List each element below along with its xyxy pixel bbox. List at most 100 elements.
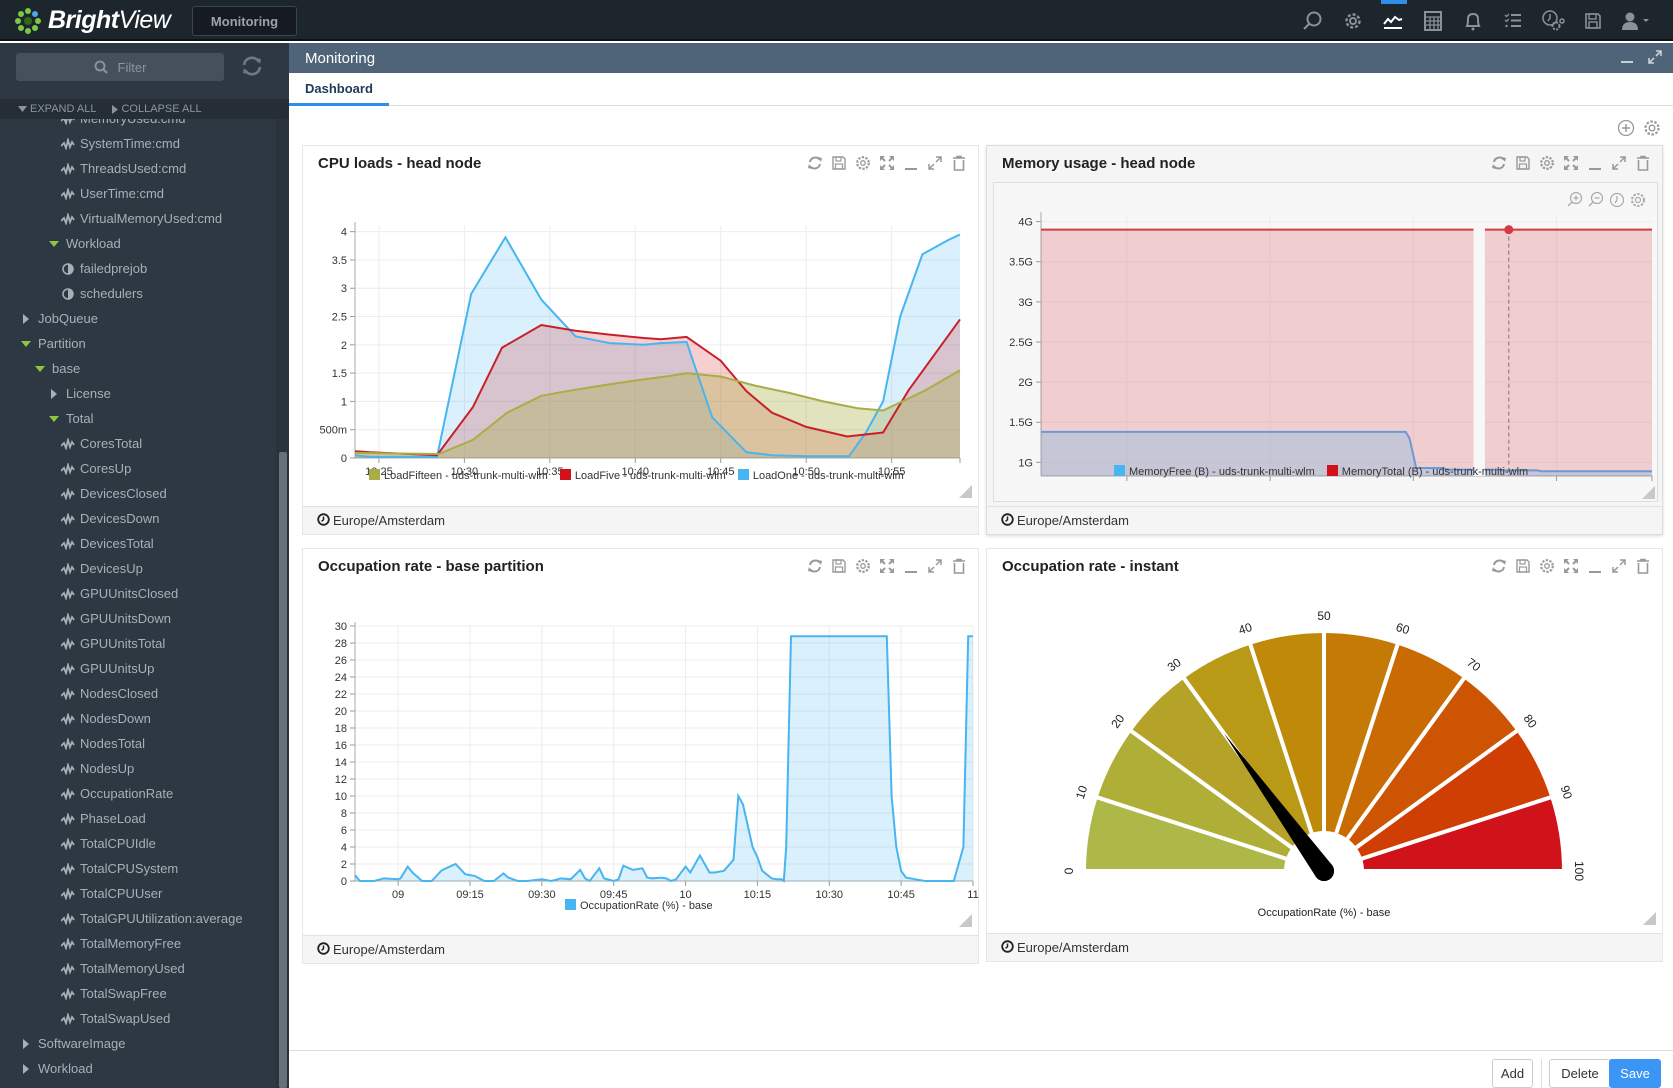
- tree-item[interactable]: GPUUnitsDown: [0, 606, 276, 631]
- settings-icon[interactable]: [854, 154, 872, 172]
- user-menu[interactable]: [1613, 0, 1659, 41]
- tree-item[interactable]: GPUUnitsUp: [0, 656, 276, 681]
- caret-down-icon[interactable]: [18, 340, 34, 347]
- tree-item[interactable]: Total: [0, 406, 276, 431]
- save-button[interactable]: Save: [1609, 1059, 1661, 1088]
- sidebar-scrollbar[interactable]: [276, 119, 289, 1088]
- caret-right-icon[interactable]: [18, 313, 34, 324]
- tree-item[interactable]: JobQueue: [0, 306, 276, 331]
- resize-handle[interactable]: [1642, 486, 1655, 499]
- legend-item[interactable]: LoadFive - uds-trunk-multi-wlm: [559, 469, 726, 482]
- maximize-icon[interactable]: [1647, 49, 1663, 69]
- tree-item[interactable]: NodesClosed: [0, 681, 276, 706]
- tree-item[interactable]: Workload: [0, 1056, 276, 1081]
- tree-item[interactable]: TotalCPUUser: [0, 881, 276, 906]
- tree-item[interactable]: ThreadsUsed:cmd: [0, 156, 276, 181]
- refresh-icon[interactable]: [806, 557, 824, 575]
- fullscreen-icon[interactable]: [878, 154, 896, 172]
- caret-right-icon[interactable]: [18, 1063, 34, 1074]
- minimize-icon[interactable]: [1586, 557, 1604, 575]
- expand-icon[interactable]: [926, 154, 944, 172]
- delete-icon[interactable]: [950, 557, 968, 575]
- refresh-icon[interactable]: [1490, 557, 1508, 575]
- tree-item[interactable]: failedprejob: [0, 256, 276, 281]
- settings-icon[interactable]: [854, 557, 872, 575]
- fullscreen-icon[interactable]: [1562, 154, 1580, 172]
- minimize-icon[interactable]: [1586, 154, 1604, 172]
- tree-item[interactable]: schedulers: [0, 281, 276, 306]
- tree-item[interactable]: NodesDown: [0, 706, 276, 731]
- tree-item[interactable]: DevicesTotal: [0, 531, 276, 556]
- settings-icon[interactable]: [1538, 557, 1556, 575]
- monitoring-icon[interactable]: [1373, 0, 1413, 41]
- tree-item[interactable]: License: [0, 381, 276, 406]
- expand-all-button[interactable]: EXPAND ALL: [18, 103, 96, 115]
- refresh-icon[interactable]: [806, 154, 824, 172]
- tree-item[interactable]: Partition: [0, 331, 276, 356]
- tree-item[interactable]: SystemTime:cmd: [0, 131, 276, 156]
- resize-handle[interactable]: [1643, 912, 1656, 925]
- tree-item[interactable]: DevicesClosed: [0, 481, 276, 506]
- tree-item[interactable]: CoresUp: [0, 456, 276, 481]
- gear-icon[interactable]: [1333, 0, 1373, 41]
- delete-icon[interactable]: [1634, 557, 1652, 575]
- tree-item[interactable]: TotalMemoryFree: [0, 931, 276, 956]
- minimize-icon[interactable]: [1619, 49, 1635, 69]
- tree-item[interactable]: GPUUnitsClosed: [0, 581, 276, 606]
- legend-item[interactable]: OccupationRate (%) - base: [565, 899, 713, 912]
- tree-item[interactable]: DevicesDown: [0, 506, 276, 531]
- tree-item[interactable]: MemoryUsed:cmd: [0, 119, 276, 131]
- tree-item[interactable]: NodesTotal: [0, 731, 276, 756]
- tree-item[interactable]: base: [0, 356, 276, 381]
- tree-item[interactable]: NodesUp: [0, 756, 276, 781]
- tree-item[interactable]: TotalSwapUsed: [0, 1006, 276, 1031]
- minimize-icon[interactable]: [902, 154, 920, 172]
- fullscreen-icon[interactable]: [1562, 557, 1580, 575]
- expand-icon[interactable]: [1610, 154, 1628, 172]
- add-button[interactable]: Add: [1492, 1059, 1533, 1088]
- task-list-icon[interactable]: [1493, 0, 1533, 41]
- save-icon[interactable]: [1514, 557, 1532, 575]
- legend-item[interactable]: MemoryTotal (B) - uds-trunk-multi-wlm: [1326, 465, 1528, 478]
- tree-item[interactable]: TotalGPUUtilization:average: [0, 906, 276, 931]
- minimize-icon[interactable]: [902, 557, 920, 575]
- tree-item[interactable]: OccupationRate: [0, 781, 276, 806]
- tree-item[interactable]: DevicesUp: [0, 556, 276, 581]
- legend-item[interactable]: LoadFifteen - uds-trunk-multi-wlm: [369, 469, 548, 482]
- fullscreen-icon[interactable]: [878, 557, 896, 575]
- expand-icon[interactable]: [926, 557, 944, 575]
- caret-down-icon[interactable]: [46, 415, 62, 422]
- tree-item[interactable]: CoresTotal: [0, 431, 276, 456]
- scrollbar-thumb[interactable]: [279, 452, 287, 1088]
- search-icon[interactable]: [1293, 0, 1333, 41]
- save-icon[interactable]: [1573, 0, 1613, 41]
- tab-dashboard[interactable]: Dashboard: [289, 73, 389, 106]
- resize-handle[interactable]: [959, 914, 972, 927]
- calendar-grid-icon[interactable]: [1413, 0, 1453, 41]
- bell-icon[interactable]: [1453, 0, 1493, 41]
- tree-item[interactable]: TotalSwapFree: [0, 981, 276, 1006]
- legend-item[interactable]: LoadOne - uds-trunk-multi-wlm: [737, 469, 904, 482]
- tree-item[interactable]: GPUUnitsTotal: [0, 631, 276, 656]
- collapse-all-button[interactable]: COLLAPSE ALL: [112, 103, 202, 115]
- scheduled-settings-icon[interactable]: [1533, 0, 1573, 41]
- tree-item[interactable]: VirtualMemoryUsed:cmd: [0, 206, 276, 231]
- caret-down-icon[interactable]: [46, 240, 62, 247]
- tree-item[interactable]: TotalCPUSystem: [0, 856, 276, 881]
- filter-input[interactable]: Filter: [16, 53, 224, 81]
- tree-item[interactable]: UserTime:cmd: [0, 181, 276, 206]
- expand-icon[interactable]: [1610, 557, 1628, 575]
- refresh-icon[interactable]: [240, 55, 264, 82]
- save-icon[interactable]: [830, 557, 848, 575]
- add-widget-icon[interactable]: [1617, 119, 1635, 142]
- caret-down-icon[interactable]: [32, 365, 48, 372]
- tree-item[interactable]: TotalMemoryUsed: [0, 956, 276, 981]
- save-icon[interactable]: [830, 154, 848, 172]
- dashboard-settings-icon[interactable]: [1643, 119, 1661, 142]
- legend-item[interactable]: MemoryFree (B) - uds-trunk-multi-wlm: [1114, 465, 1315, 478]
- save-icon[interactable]: [1514, 154, 1532, 172]
- tree-item[interactable]: TotalCPUIdle: [0, 831, 276, 856]
- resize-handle[interactable]: [959, 485, 972, 498]
- caret-right-icon[interactable]: [46, 388, 62, 399]
- monitoring-module-button[interactable]: Monitoring: [192, 6, 297, 36]
